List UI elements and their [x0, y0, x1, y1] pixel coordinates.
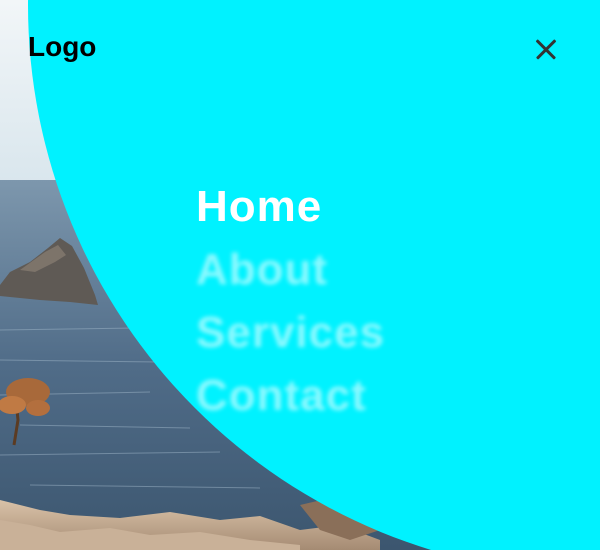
nav-item-about[interactable]: About: [196, 241, 385, 304]
nav-item-services[interactable]: Services: [196, 304, 385, 367]
close-icon[interactable]: [530, 34, 562, 66]
logo[interactable]: Logo: [28, 30, 96, 64]
nav-menu: Home About Services Contact: [196, 178, 385, 430]
nav-item-home[interactable]: Home: [196, 178, 385, 241]
nav-item-contact[interactable]: Contact: [196, 367, 385, 430]
